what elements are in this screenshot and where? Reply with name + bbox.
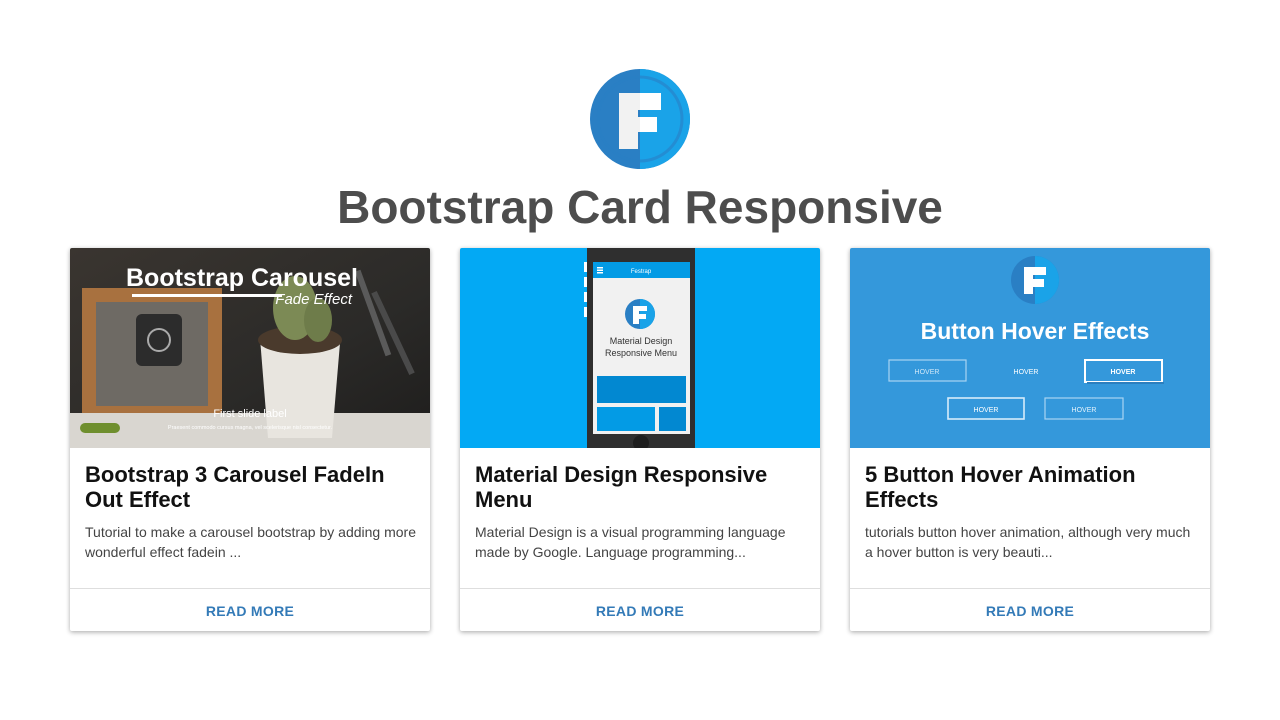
site-logo <box>590 69 690 169</box>
card-text: Tutorial to make a carousel bootstrap by… <box>85 524 416 560</box>
slide-caption: First slide label <box>213 408 286 420</box>
demo-hover-button: HOVER <box>974 407 999 414</box>
card-image: Button Hover Effects HOVER HOVER HOVER H… <box>850 248 1210 448</box>
card-text: Material Design is a visual programming … <box>475 524 786 560</box>
card-title: Bootstrap 3 Carousel FadeIn Out Effect <box>85 462 385 512</box>
card-image: Festrap Material Design Responsive Menu <box>460 248 820 448</box>
carousel-heading: Bootstrap Carousel <box>126 264 358 292</box>
appbar-title: Festrap <box>631 269 652 275</box>
read-more-button[interactable]: READ MORE <box>986 603 1074 619</box>
demo-hover-button: HOVER <box>915 369 940 376</box>
card-title: Material Design Responsive Menu <box>475 462 768 512</box>
card-footer: READ MORE <box>70 588 430 631</box>
carousel-subheading: Fade Effect <box>275 291 353 308</box>
card-button-hover: Button Hover Effects HOVER HOVER HOVER H… <box>850 248 1210 631</box>
card-footer: READ MORE <box>850 588 1210 631</box>
demo-hover-button: HOVER <box>1014 369 1039 376</box>
card-text: tutorials button hover animation, althou… <box>865 524 1191 560</box>
page-title: Bootstrap Card Responsive <box>337 181 943 233</box>
slide-caption-text: Praesent commodo cursus magna, vel scele… <box>168 425 333 431</box>
read-more-button[interactable]: READ MORE <box>206 603 294 619</box>
demo-hover-button: HOVER <box>1111 369 1136 376</box>
screen-text-line2: Responsive Menu <box>605 348 677 358</box>
screen-text-line1: Material Design <box>610 336 673 346</box>
read-more-button[interactable]: READ MORE <box>596 603 684 619</box>
card-carousel: Bootstrap Carousel Fade Effect First sli… <box>70 248 430 631</box>
card-footer: READ MORE <box>460 588 820 631</box>
demo-hover-button: HOVER <box>1072 407 1097 414</box>
logo-f-icon <box>590 69 690 169</box>
card-title: 5 Button Hover Animation Effects <box>865 462 1136 512</box>
hover-heading: Button Hover Effects <box>921 318 1150 344</box>
card-material-menu: Festrap Material Design Responsive Menu … <box>460 248 820 631</box>
card-image: Bootstrap Carousel Fade Effect First sli… <box>70 248 430 448</box>
